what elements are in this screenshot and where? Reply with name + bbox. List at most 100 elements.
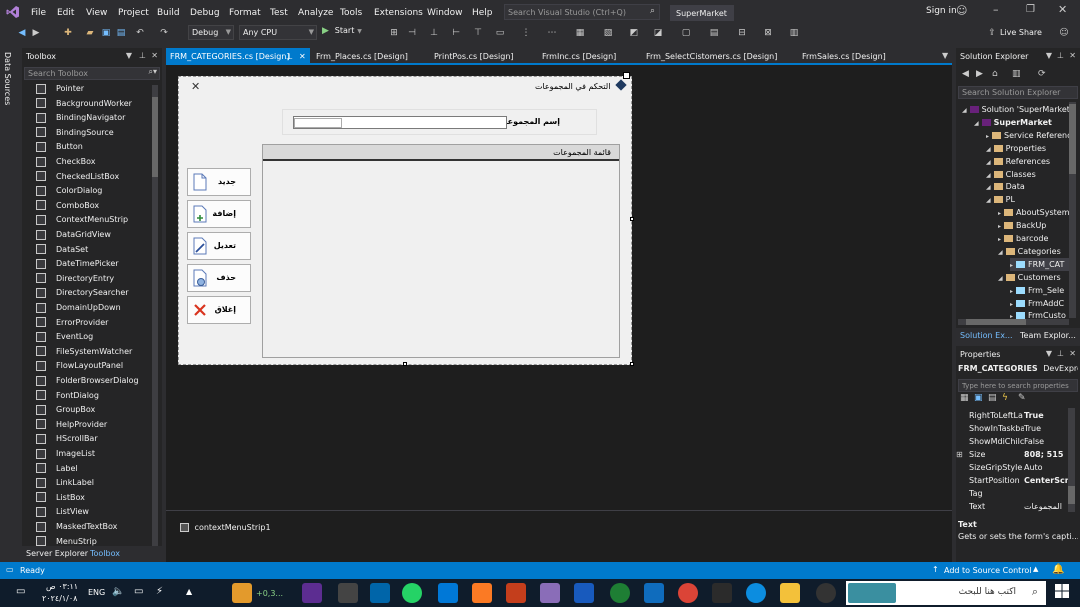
property-row[interactable]: ShowMdiChilc False	[964, 435, 1068, 448]
save-all-icon[interactable]: ▤	[115, 27, 127, 39]
tab-order-icon[interactable]: ▧	[602, 27, 614, 39]
properties-scrollbar[interactable]	[1068, 408, 1075, 512]
back-icon[interactable]: ◀	[16, 27, 28, 39]
forward-icon[interactable]: ▶	[976, 69, 983, 79]
resize-handle-corner[interactable]	[630, 362, 634, 366]
toolbox-item[interactable]: ComboBox	[36, 199, 99, 213]
notification-center-icon[interactable]: ▭	[16, 586, 25, 597]
expand-arrow-icon[interactable]: ▸	[998, 236, 1001, 243]
taskbar-lang[interactable]: ENG	[88, 588, 105, 597]
toolbox-item[interactable]: ContextMenuStrip	[36, 213, 128, 227]
toolbox-item[interactable]: FolderBrowserDialog	[36, 374, 139, 388]
package-taskbar-icon[interactable]	[540, 583, 560, 603]
cortana-taskbar-icon[interactable]	[816, 583, 836, 603]
volume-icon[interactable]: 🔈	[112, 586, 124, 597]
lock-icon[interactable]: ▢	[680, 27, 692, 39]
property-row[interactable]: RightToLeftLa True	[964, 409, 1068, 422]
properties-scroll-thumb[interactable]	[1068, 486, 1075, 504]
toolbox-item[interactable]: HelpProvider	[36, 418, 107, 432]
expand-arrow-icon[interactable]: ◢	[998, 275, 1003, 282]
toolbox-scrollbar[interactable]	[152, 85, 158, 559]
switch-views-icon[interactable]: ▥	[1012, 69, 1021, 79]
toolbox-item[interactable]: ErrorProvider	[36, 316, 108, 330]
toolbox-item[interactable]: DateTimePicker	[36, 257, 119, 271]
restore-button[interactable]: ❐	[1026, 4, 1035, 15]
whatsapp-taskbar-icon[interactable]	[402, 583, 422, 603]
tools-taskbar-icon[interactable]	[338, 583, 358, 603]
toolbox-item[interactable]: LinkLabel	[36, 476, 94, 490]
live-share-label[interactable]: Live Share	[1000, 28, 1042, 37]
property-pages-icon[interactable]: ✎	[1018, 393, 1026, 403]
solution-scrollbar[interactable]	[1069, 102, 1076, 318]
sync-icon[interactable]: ⟳	[1038, 69, 1046, 79]
add-button[interactable]: إضافة	[187, 200, 251, 228]
explorer-taskbar-icon[interactable]	[780, 583, 800, 603]
toolbox-item[interactable]: FlowLayoutPanel	[36, 359, 123, 373]
menu-extensions[interactable]: Extensions	[374, 8, 423, 18]
store-taskbar-icon[interactable]	[712, 583, 732, 603]
live-share-icon[interactable]: ⇪	[986, 27, 998, 39]
solution-explorer-search-input[interactable]: Search Solution Explorer	[958, 86, 1078, 99]
menu-help[interactable]: Help	[472, 8, 493, 18]
toolbox-item[interactable]: Label	[36, 462, 78, 476]
resize-handle-right[interactable]	[630, 217, 634, 221]
chrome-taskbar-icon[interactable]	[678, 583, 698, 603]
toolbox-item[interactable]: Button	[36, 140, 83, 154]
solution-tree-item[interactable]: ▸ Service Reference	[986, 129, 1072, 142]
expand-arrow-icon[interactable]: ▸	[986, 133, 989, 140]
battery-icon[interactable]: ⚡	[156, 586, 163, 597]
spacing-h-icon[interactable]: ⋯	[546, 27, 558, 39]
properties-search-input[interactable]: Type here to search properties	[958, 379, 1078, 392]
expand-arrow-icon[interactable]: ▸	[998, 223, 1001, 230]
minimize-button[interactable]: –	[993, 3, 999, 16]
property-row[interactable]: StartPosition CenterScre	[964, 474, 1072, 487]
solution-tree-item[interactable]: ◢ References	[986, 155, 1072, 168]
expand-arrow-icon[interactable]: ◢	[986, 172, 991, 179]
word-taskbar-icon[interactable]	[574, 583, 594, 603]
context-menu-strip-component[interactable]: contextMenuStrip1	[180, 523, 271, 532]
toolbox-item[interactable]: BackgroundWorker	[36, 97, 132, 111]
vscode-taskbar-icon[interactable]	[370, 583, 390, 603]
bring-front-icon[interactable]: ◩	[628, 27, 640, 39]
solution-tree-item[interactable]: ◢ Data	[986, 180, 1072, 193]
toolbox-item[interactable]: DirectoryEntry	[36, 272, 114, 286]
toolbox-item[interactable]: DataGridView	[36, 228, 111, 242]
taskbar-search-box[interactable]: اكتب هنا للبحث ⌕	[846, 581, 1046, 605]
groups-list-grid[interactable]: قائمة المجموعات	[262, 144, 620, 358]
sign-in-link[interactable]: Sign in	[926, 6, 957, 16]
server-explorer-tab[interactable]: Server Explorer	[26, 549, 88, 558]
menu-edit[interactable]: Edit	[57, 8, 74, 18]
align-left-icon[interactable]: ⊣	[406, 27, 418, 39]
property-value[interactable]: المجموعات	[1024, 500, 1072, 513]
pane-menu-icon[interactable]: ▼	[1046, 349, 1052, 358]
tray-chevron-icon[interactable]: ▲	[186, 587, 192, 596]
toolbox-item[interactable]: Pointer	[36, 82, 84, 96]
expand-arrow-icon[interactable]: ▸	[998, 210, 1001, 217]
same-size-icon[interactable]: ▭	[494, 27, 506, 39]
mail-taskbar-icon[interactable]	[644, 583, 664, 603]
alphabetical-icon[interactable]: ▣	[974, 393, 983, 403]
toolbox-item[interactable]: DomainUpDown	[36, 301, 121, 315]
group-name-input[interactable]	[293, 116, 507, 129]
powerpoint-taskbar-icon[interactable]	[506, 583, 526, 603]
menu-analyze[interactable]: Analyze	[298, 8, 333, 18]
properties-object-selector[interactable]: FRM_CATEGORIES DevExpre	[958, 364, 1078, 378]
property-value[interactable]: CenterScre	[1024, 474, 1072, 487]
menu-file[interactable]: File	[31, 8, 46, 18]
order-icon[interactable]: ▦	[574, 27, 586, 39]
form-close-icon[interactable]: ✕	[191, 80, 200, 93]
toolbox-item[interactable]: DirectorySearcher	[36, 286, 129, 300]
menu-window[interactable]: Window	[427, 8, 463, 18]
toolbox-item[interactable]: FileSystemWatcher	[36, 345, 132, 359]
solution-tree-item[interactable]: ▸ Frm_Sele	[1010, 284, 1072, 297]
align-icon[interactable]: ⊞	[388, 27, 400, 39]
solution-hscroll-thumb[interactable]	[966, 319, 1026, 325]
pin-icon[interactable]: ⊥	[1057, 51, 1064, 60]
toolbox-item[interactable]: GroupBox	[36, 403, 95, 417]
solution-tree-item[interactable]: ▸ barcode	[998, 232, 1072, 245]
home-icon[interactable]: ⌂	[992, 69, 998, 79]
resize-handle-bottom[interactable]	[403, 362, 407, 366]
expand-arrow-icon[interactable]: ◢	[998, 249, 1003, 256]
tab-order-view-icon[interactable]: ▥	[788, 27, 800, 39]
property-value[interactable]: True	[1024, 409, 1072, 422]
